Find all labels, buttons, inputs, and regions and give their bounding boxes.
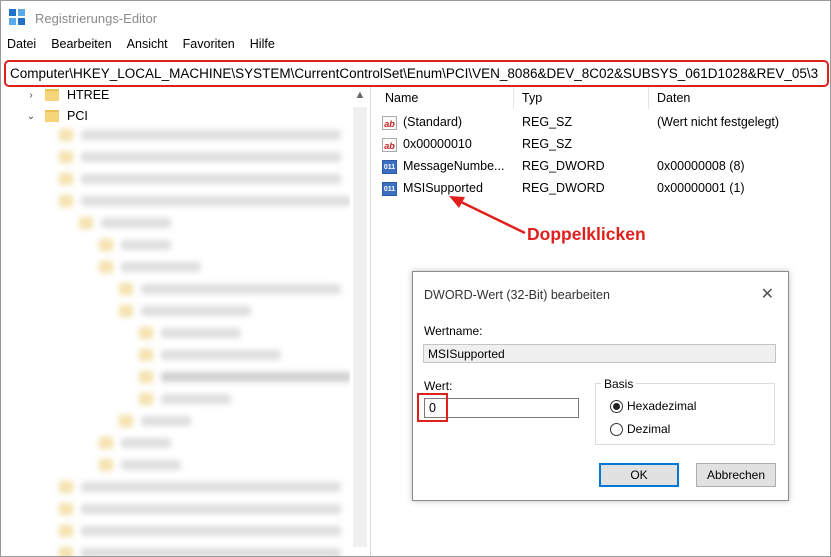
menu-ansicht[interactable]: Ansicht bbox=[127, 37, 168, 57]
registry-editor-icon bbox=[9, 9, 27, 27]
list-header: Name Typ Daten bbox=[375, 87, 830, 109]
value-name: MessageNumbe... bbox=[403, 159, 505, 173]
chevron-right-icon[interactable]: › bbox=[25, 89, 37, 101]
tree-item-htree[interactable]: › HTREE bbox=[1, 87, 109, 106]
cancel-button[interactable]: Abbrechen bbox=[696, 463, 776, 487]
menu-favoriten[interactable]: Favoriten bbox=[183, 37, 235, 57]
radio-decimal[interactable]: Dezimal bbox=[610, 422, 670, 436]
radio-unselected-icon[interactable] bbox=[610, 422, 623, 436]
menu-bearbeiten[interactable]: Bearbeiten bbox=[51, 37, 111, 57]
value-data: (Wert nicht festgelegt) bbox=[657, 115, 780, 129]
annotation-label: Doppelklicken bbox=[527, 224, 646, 244]
registry-editor-window: Registrierungs-Editor Datei Bearbeiten A… bbox=[0, 0, 831, 557]
dword-value-icon: 011 bbox=[382, 182, 397, 196]
close-icon[interactable]: ✕ bbox=[761, 284, 774, 304]
value-name: 0x00000010 bbox=[403, 137, 472, 151]
value-data-label: Wert: bbox=[424, 379, 453, 393]
value-name-label: Wertname: bbox=[424, 324, 483, 338]
menu-datei[interactable]: Datei bbox=[7, 37, 36, 57]
scroll-up-icon[interactable]: ▲ bbox=[354, 89, 366, 101]
folder-icon bbox=[45, 110, 59, 122]
value-name-field: MSISupported bbox=[423, 344, 776, 363]
edit-dword-dialog: DWORD-Wert (32-Bit) bearbeiten ✕ Wertnam… bbox=[412, 271, 789, 501]
value-type: REG_DWORD bbox=[522, 159, 605, 173]
string-value-icon: ab bbox=[382, 138, 397, 152]
title-bar: Registrierungs-Editor bbox=[1, 1, 830, 35]
radio-dec-label: Dezimal bbox=[627, 422, 671, 436]
tree-item-label: HTREE bbox=[67, 88, 110, 102]
menu-bar: Datei Bearbeiten Ansicht Favoriten Hilfe bbox=[1, 37, 290, 57]
value-row[interactable]: ab (Standard) REG_SZ (Wert nicht festgel… bbox=[375, 111, 830, 133]
ok-button[interactable]: OK bbox=[599, 463, 679, 487]
tree-scrollbar[interactable]: ▲ bbox=[350, 87, 370, 556]
value-type: REG_SZ bbox=[522, 137, 573, 151]
address-bar[interactable]: Computer\HKEY_LOCAL_MACHINE\SYSTEM\Curre… bbox=[4, 60, 829, 87]
radio-hex-label: Hexadezimal bbox=[627, 399, 697, 413]
column-name[interactable]: Name bbox=[385, 91, 418, 105]
chevron-down-icon[interactable]: ⌄ bbox=[25, 110, 37, 122]
address-path: Computer\HKEY_LOCAL_MACHINE\SYSTEM\Curre… bbox=[10, 66, 819, 81]
string-value-icon: ab bbox=[382, 116, 397, 130]
dword-value-icon: 011 bbox=[382, 160, 397, 174]
dialog-title: DWORD-Wert (32-Bit) bearbeiten bbox=[424, 288, 610, 302]
radio-hexadecimal[interactable]: Hexadezimal bbox=[610, 399, 696, 413]
value-type: REG_SZ bbox=[522, 115, 573, 129]
folder-icon bbox=[45, 89, 59, 101]
annotation-arrow bbox=[449, 196, 526, 235]
scrollbar-thumb[interactable] bbox=[353, 107, 367, 547]
key-tree-panel[interactable]: › HTREE ⌄ PCI ▲ bbox=[1, 87, 371, 556]
value-data: 0x00000008 (8) bbox=[657, 159, 745, 173]
radio-selected-icon[interactable] bbox=[610, 399, 623, 413]
tree-item-pci[interactable]: ⌄ PCI bbox=[1, 105, 88, 127]
value-data: 0x00000001 (1) bbox=[657, 181, 745, 195]
column-type[interactable]: Typ bbox=[522, 91, 542, 105]
window-title: Registrierungs-Editor bbox=[35, 10, 158, 26]
menu-hilfe[interactable]: Hilfe bbox=[250, 37, 275, 57]
value-row[interactable]: 011 MessageNumbe... REG_DWORD 0x00000008… bbox=[375, 155, 830, 177]
value-name: (Standard) bbox=[403, 115, 463, 129]
blurred-subkeys bbox=[41, 125, 351, 556]
basis-label: Basis bbox=[601, 377, 637, 391]
tree-item-label: PCI bbox=[67, 109, 88, 123]
value-highlight-box bbox=[417, 393, 448, 422]
column-data[interactable]: Daten bbox=[657, 91, 690, 105]
value-row[interactable]: ab 0x00000010 REG_SZ bbox=[375, 133, 830, 155]
